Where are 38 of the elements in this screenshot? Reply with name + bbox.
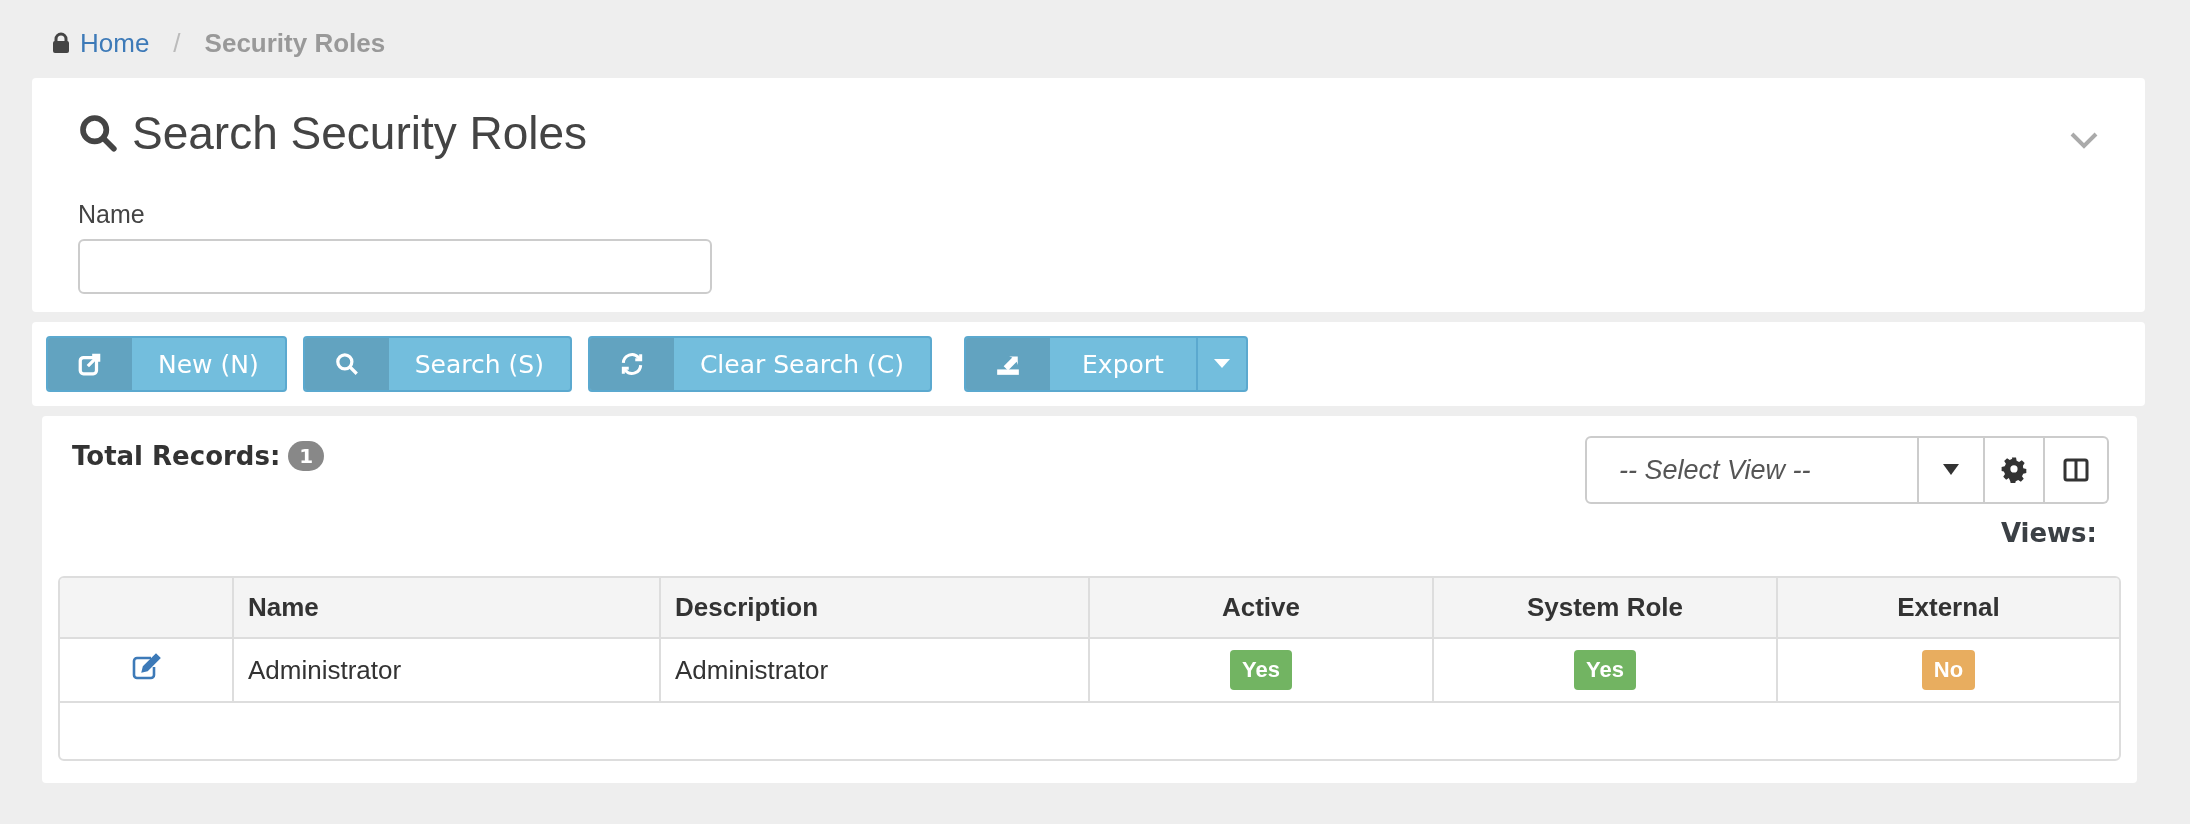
column-header: System Role (1526, 592, 1684, 622)
toolbar-button[interactable]: New (N) (46, 336, 287, 392)
columns-button[interactable] (2045, 436, 2109, 504)
chevron-icon[interactable] (2069, 130, 2099, 150)
breadcrumb-separator: / (173, 27, 181, 59)
settings-button[interactable] (1985, 436, 2045, 504)
column-header: External (1897, 592, 2000, 622)
caret-icon (1943, 464, 1959, 476)
search-icon (333, 351, 360, 377)
home-link[interactable]: Home (80, 27, 150, 59)
column-header: Active (1221, 592, 1300, 622)
columns-icon (2063, 458, 2089, 482)
status-badge: No (1921, 650, 1976, 690)
name-input[interactable] (78, 239, 712, 294)
lock-icon (52, 32, 70, 54)
toolbar-button[interactable]: Search (S) (302, 336, 572, 392)
dropdown-button[interactable]: Export (964, 336, 1248, 392)
field-label: Name (78, 200, 146, 229)
caret-icon (1213, 359, 1230, 369)
status-badge: Yes (1574, 650, 1636, 690)
breadcrumb-current: Security Roles (204, 27, 386, 59)
column-header: Name (248, 592, 319, 622)
dropdown-toggle[interactable] (1919, 436, 1985, 504)
view-select[interactable]: -- Select View -- (1585, 436, 1919, 504)
total-records-label: Total Records: (72, 441, 281, 471)
edit-icon (131, 652, 161, 681)
toolbar-button[interactable]: Clear Search (C) (587, 336, 933, 392)
status-badge: Yes (1230, 650, 1292, 690)
settings-icon (2001, 457, 2027, 483)
search-icon (78, 113, 118, 153)
record-count: 1 (288, 441, 325, 471)
external-link-icon (77, 351, 103, 377)
panel-title: Search Security Roles (132, 106, 588, 160)
table-cell: Administrator (248, 654, 402, 685)
column-header: Description (675, 592, 819, 622)
table-cell: Administrator (675, 654, 829, 685)
edit-button[interactable] (131, 652, 161, 681)
views-label: Views: (2000, 518, 2097, 548)
